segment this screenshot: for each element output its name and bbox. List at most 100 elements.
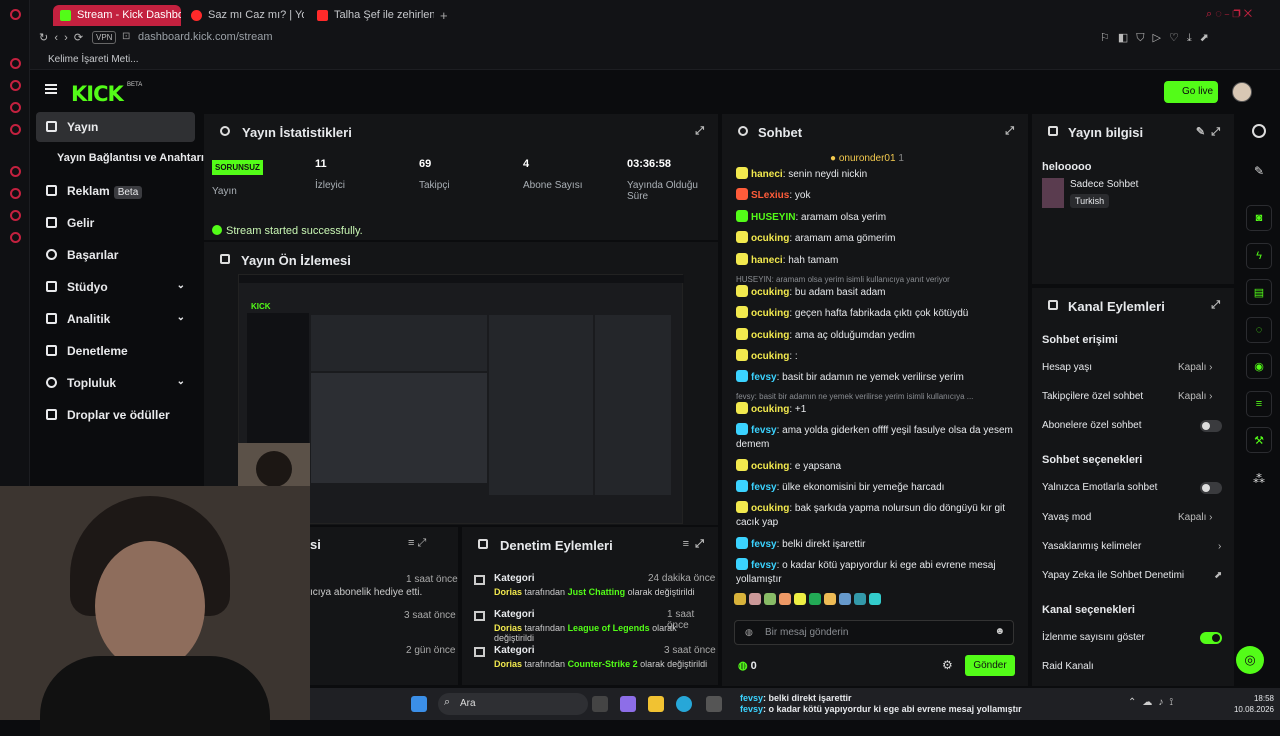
sidebar-app-icon[interactable] — [10, 166, 21, 177]
chat-username[interactable]: HUSEYIN — [751, 212, 795, 223]
bookmark-item[interactable]: Kelime İşareti Meti... — [48, 54, 139, 65]
windows-start-icon[interactable] — [411, 696, 427, 712]
channel-points[interactable]: ◍ 0 — [738, 659, 757, 672]
chat-username[interactable]: ocuking — [751, 351, 789, 362]
broadcast-icon[interactable]: ◉ — [1246, 353, 1272, 379]
new-tab-button[interactable]: + — [440, 8, 448, 23]
chat-username[interactable]: ocuking — [751, 308, 789, 319]
chat-username[interactable]: SLexius — [751, 190, 789, 201]
store-icon[interactable] — [706, 696, 722, 712]
menu-icon[interactable] — [45, 84, 57, 94]
setting-value[interactable]: Kapalı › — [1178, 362, 1212, 373]
opera-logo-icon[interactable] — [10, 9, 21, 20]
clock[interactable]: 18:58 10.08.2026 — [1228, 693, 1274, 715]
sidebar-item-community[interactable]: Topluluk ⌄ — [36, 368, 195, 398]
search-input[interactable]: ⌕ Ara — [438, 693, 588, 715]
chat-username[interactable]: ocuking — [751, 404, 789, 415]
chat-username[interactable]: haneci — [751, 255, 783, 266]
sidebar-app-icon[interactable] — [10, 102, 21, 113]
help-button[interactable]: ◎ — [1236, 646, 1264, 674]
setting-slow-mode[interactable]: Yavaş mod — [1042, 512, 1091, 523]
sidebar-item-drops[interactable]: Droplar ve ödüller — [36, 400, 195, 430]
setting-banned-words[interactable]: Yasaklanmış kelimeler — [1042, 541, 1141, 552]
sidebar-item-studio[interactable]: Stüdyo ⌄ — [36, 272, 195, 302]
url-field[interactable]: dashboard.kick.com/stream — [138, 31, 273, 43]
chat-username[interactable]: ocuking — [751, 330, 789, 341]
go-live-button[interactable]: Go live — [1164, 81, 1218, 103]
chat-username[interactable]: ocuking — [751, 461, 789, 472]
setting-subscribers-only[interactable]: Abonelere özel sohbet — [1042, 420, 1142, 431]
pinned-user[interactable]: ● onuronder01 1 — [830, 153, 904, 164]
setting-emote-only[interactable]: Yalnızca Emotlarla sohbet — [1042, 482, 1157, 493]
sidebar-app-icon[interactable] — [10, 80, 21, 91]
setting-value[interactable]: Kapalı › — [1178, 512, 1212, 523]
people-icon[interactable]: ⁂ — [1253, 472, 1265, 486]
chat-username[interactable]: fevsy — [751, 539, 777, 550]
sidebar-item-stream-key[interactable]: Yayın Bağlantısı ve Anahtarı — [36, 144, 211, 174]
emoji-icon[interactable]: ☻ — [994, 626, 1005, 637]
sidebar-app-icon[interactable] — [10, 188, 21, 199]
chevron-right-icon[interactable]: › — [1218, 541, 1221, 552]
sidebar-app-icon[interactable] — [10, 58, 21, 69]
chat-username[interactable]: fevsy — [751, 482, 777, 493]
chat-icon[interactable]: ◌ — [1246, 317, 1272, 343]
chat-username[interactable]: fevsy — [751, 425, 777, 436]
emote-bar[interactable] — [734, 592, 1014, 610]
filter-icon[interactable]: ≡ ⤢ — [408, 537, 426, 550]
sidebar-item-moderation[interactable]: Denetleme — [36, 336, 195, 366]
nav-buttons[interactable]: ↻ ‹ › ⟳ — [39, 31, 83, 44]
settings-icon[interactable] — [10, 232, 21, 243]
sidebar-item-yayin[interactable]: Yayın — [36, 112, 195, 142]
setting-show-viewcount[interactable]: İzlenme sayısını göster — [1042, 632, 1145, 643]
gear-icon[interactable]: ⚙ — [942, 658, 953, 672]
setting-raid-channel[interactable]: Raid Kanalı — [1042, 661, 1094, 672]
external-link-icon[interactable]: ⬈ — [1214, 570, 1222, 581]
popout-icon[interactable]: ⤢ — [1211, 299, 1220, 312]
tray-icons[interactable]: ⌃☁♪⟟ — [1128, 697, 1179, 708]
folder-icon[interactable] — [648, 696, 664, 712]
setting-ai-moderation[interactable]: Yapay Zeka ile Sohbet Denetimi — [1042, 570, 1184, 581]
chat-input[interactable]: ◍ Bir mesaj gönderin ☻ — [734, 620, 1014, 645]
toggle-show-viewcount[interactable] — [1200, 632, 1222, 644]
sidebar-item-analytics[interactable]: Analitik ⌄ — [36, 304, 195, 334]
bolt-icon[interactable]: ϟ — [1246, 243, 1272, 269]
vpn-badge[interactable]: VPN — [92, 31, 117, 44]
avatar[interactable] — [1232, 82, 1252, 102]
tab-kick-dashboard[interactable]: Stream - Kick Dashboard — [53, 5, 181, 26]
tab-youtube-2[interactable]: Talha Şef ile zehirlenme ga — [310, 5, 434, 26]
camera-icon[interactable]: ◙ — [1246, 205, 1272, 231]
chat-username[interactable]: ocuking — [751, 503, 789, 514]
chat-username[interactable]: fevsy — [751, 560, 777, 571]
setting-account-age[interactable]: Hesap yaşı — [1042, 362, 1092, 373]
toggle-subscribers-only[interactable] — [1200, 420, 1222, 432]
info-icon[interactable] — [1252, 124, 1266, 138]
send-button[interactable]: Gönder — [965, 655, 1015, 676]
popout-icon[interactable]: ⤢ — [695, 125, 704, 138]
setting-followers-only[interactable]: Takipçilere özel sohbet — [1042, 391, 1143, 402]
edit-icon[interactable]: ✎ ⤢ — [1196, 125, 1220, 139]
chat-username[interactable]: ocuking — [751, 233, 789, 244]
popout-icon[interactable]: ≡ ⤢ — [683, 538, 704, 551]
wrench-icon[interactable]: ⚒ — [1246, 427, 1272, 453]
kick-logo[interactable]: KICK — [71, 82, 124, 106]
window-controls[interactable]: ⌕ ◌ ⎯ ❐ ✕ — [1206, 8, 1252, 21]
sidebar-item-achievements[interactable]: Başarılar — [36, 240, 195, 270]
chat-username[interactable]: ocuking — [751, 287, 789, 298]
setting-value[interactable]: Kapalı › — [1178, 391, 1212, 402]
taskview-icon[interactable] — [592, 696, 608, 712]
toggle-emote-only[interactable] — [1200, 482, 1222, 494]
chat-username[interactable]: haneci — [751, 169, 783, 180]
app-icon[interactable] — [620, 696, 636, 712]
pencil-icon[interactable]: ✎ — [1254, 164, 1264, 178]
edge-icon[interactable] — [676, 696, 692, 712]
chat-username[interactable]: fevsy — [751, 372, 777, 383]
sidebar-app-icon[interactable] — [10, 210, 21, 221]
popout-icon[interactable]: ⤢ — [1005, 125, 1014, 138]
sidebar-item-revenue[interactable]: Gelir — [36, 208, 195, 238]
sidebar-item-ads[interactable]: Reklam Beta — [36, 176, 195, 206]
document-icon[interactable]: ▤ — [1246, 279, 1272, 305]
sidebar-app-icon[interactable] — [10, 124, 21, 135]
toolbar-icons[interactable]: ⚐◧⛉▷♡⤓⬈ — [1100, 31, 1217, 45]
tab-youtube-1[interactable]: Saz mı Caz mı? | YouTu — [184, 5, 304, 26]
sliders-icon[interactable]: ≡ — [1246, 391, 1272, 417]
